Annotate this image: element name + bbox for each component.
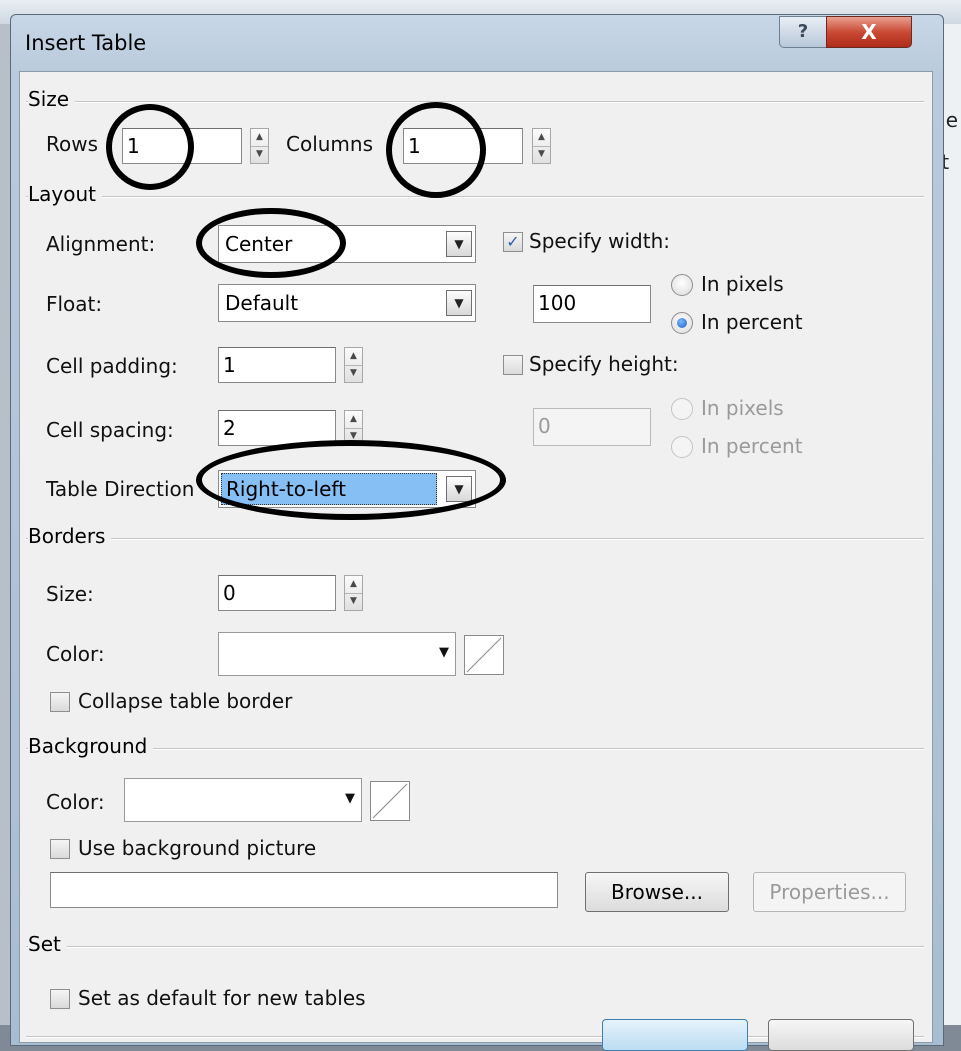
- width-in-percent-radio[interactable]: [671, 312, 693, 334]
- set-separator: [26, 946, 924, 948]
- rows-spinner[interactable]: ▲ ▼: [250, 128, 269, 164]
- spinner-up-icon[interactable]: ▲: [345, 576, 362, 594]
- dropdown-arrow-icon[interactable]: ▼: [345, 791, 355, 806]
- size-section-label: Size: [28, 87, 76, 111]
- columns-label: Columns: [286, 132, 374, 156]
- float-label: Float:: [46, 292, 103, 316]
- annotation-circle-rows: [106, 104, 194, 190]
- annotation-circle-alignment: [196, 208, 346, 278]
- no-color-swatch-icon[interactable]: [370, 781, 410, 821]
- dropdown-arrow-icon[interactable]: ▼: [439, 645, 449, 660]
- spinner-down-icon[interactable]: ▼: [251, 146, 268, 163]
- collapse-border-label: Collapse table border: [78, 689, 293, 713]
- set-default-checkbox[interactable]: [50, 989, 70, 1009]
- borders-section-label: Borders: [28, 524, 112, 548]
- help-button[interactable]: ?: [779, 16, 827, 48]
- cell-padding-spinner[interactable]: ▲ ▼: [344, 347, 363, 383]
- dropdown-arrow-icon[interactable]: ▼: [446, 290, 472, 316]
- width-input[interactable]: 100: [533, 285, 651, 323]
- specify-height-checkbox[interactable]: [503, 355, 523, 375]
- border-color-picker[interactable]: ▼: [218, 632, 456, 676]
- use-background-picture-checkbox[interactable]: [50, 839, 70, 859]
- annotation-circle-columns: [386, 102, 486, 198]
- size-separator: [26, 101, 924, 103]
- dropdown-arrow-icon[interactable]: ▼: [446, 231, 472, 257]
- background-window-left-edge: [0, 24, 10, 1025]
- alignment-label: Alignment:: [46, 232, 156, 256]
- browse-button[interactable]: Browse...: [585, 872, 729, 912]
- ok-button[interactable]: [602, 1019, 748, 1051]
- height-in-pixels-label: In pixels: [701, 396, 784, 420]
- specify-height-label: Specify height:: [529, 352, 679, 376]
- cell-padding-input[interactable]: 1: [218, 347, 336, 383]
- collapse-border-checkbox[interactable]: [50, 692, 70, 712]
- background-separator: [26, 748, 924, 750]
- specify-width-checkbox[interactable]: ✓: [503, 232, 523, 252]
- height-input[interactable]: 0: [533, 408, 651, 446]
- layout-section-label: Layout: [28, 182, 102, 206]
- cell-spacing-label: Cell spacing:: [46, 418, 174, 442]
- width-in-percent-label: In percent: [701, 310, 803, 334]
- float-select[interactable]: Default ▼: [218, 284, 476, 322]
- background-section-label: Background: [28, 734, 154, 758]
- border-size-spinner[interactable]: ▲ ▼: [344, 575, 363, 611]
- float-value: Default: [225, 291, 299, 315]
- borders-separator: [26, 538, 924, 540]
- spinner-down-icon[interactable]: ▼: [345, 593, 362, 610]
- dialog-title: Insert Table: [25, 31, 147, 55]
- width-in-pixels-radio[interactable]: [671, 274, 693, 296]
- annotation-circle-direction: [196, 440, 506, 520]
- border-size-label: Size:: [46, 582, 94, 606]
- dialog-titlebar[interactable]: Insert Table ? X: [11, 15, 943, 71]
- layout-separator: [26, 196, 924, 198]
- background-picture-path-input[interactable]: [50, 872, 558, 908]
- specify-width-label: Specify width:: [529, 229, 670, 253]
- set-default-label: Set as default for new tables: [78, 986, 366, 1010]
- width-in-pixels-label: In pixels: [701, 272, 784, 296]
- spinner-up-icon[interactable]: ▲: [533, 129, 550, 147]
- no-color-swatch-icon[interactable]: [464, 635, 504, 675]
- height-in-percent-label: In percent: [701, 434, 803, 458]
- rows-label: Rows: [46, 132, 99, 156]
- close-icon: X: [861, 20, 877, 44]
- background-color-picker[interactable]: ▼: [124, 778, 362, 822]
- spinner-down-icon[interactable]: ▼: [533, 146, 550, 163]
- set-section-label: Set: [28, 932, 67, 956]
- cancel-button[interactable]: [768, 1019, 914, 1051]
- spinner-down-icon[interactable]: ▼: [345, 365, 362, 382]
- border-size-input[interactable]: 0: [218, 575, 336, 611]
- spinner-up-icon[interactable]: ▲: [251, 129, 268, 147]
- background-color-label: Color:: [46, 790, 105, 814]
- close-button[interactable]: X: [826, 16, 912, 48]
- height-in-percent-radio[interactable]: [671, 436, 693, 458]
- border-color-label: Color:: [46, 642, 105, 666]
- help-icon: ?: [797, 21, 809, 42]
- dialog-body: Size Rows 1 ▲ ▼ Columns 1 ▲ ▼ Layout Ali…: [19, 71, 933, 1043]
- checkmark-icon: ✓: [506, 232, 520, 251]
- use-background-picture-label: Use background picture: [78, 836, 317, 860]
- cell-padding-label: Cell padding:: [46, 354, 178, 378]
- spinner-up-icon[interactable]: ▲: [345, 348, 362, 366]
- table-direction-label: Table Direction: [46, 477, 195, 501]
- properties-button[interactable]: Properties...: [753, 872, 906, 912]
- columns-spinner[interactable]: ▲ ▼: [532, 128, 551, 164]
- height-in-pixels-radio[interactable]: [671, 398, 693, 420]
- spinner-up-icon[interactable]: ▲: [345, 411, 362, 429]
